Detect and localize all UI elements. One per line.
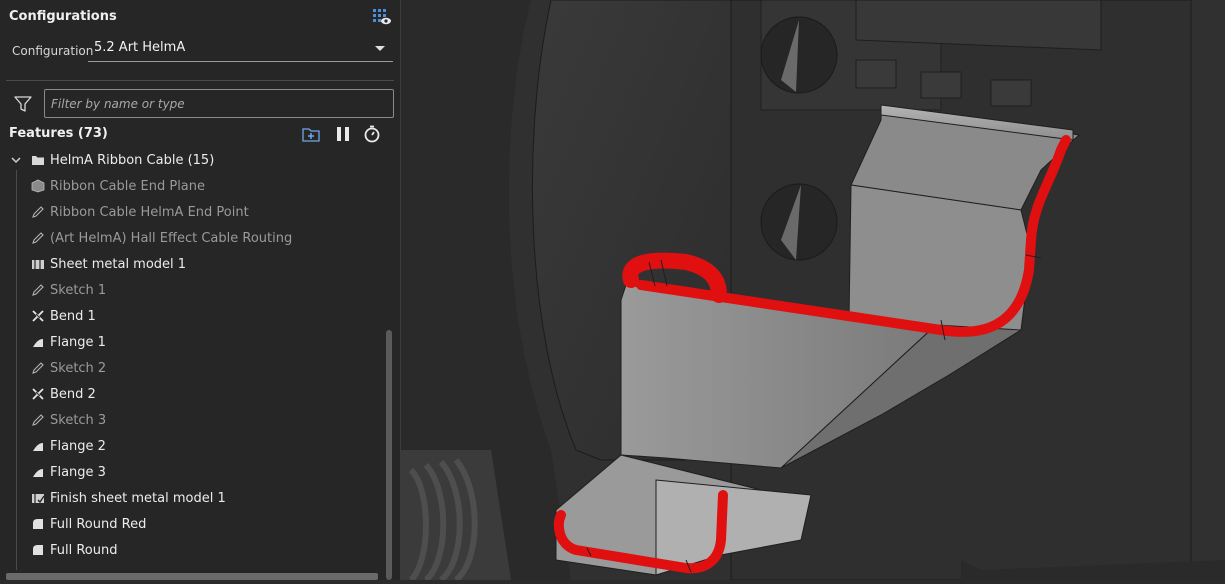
fillet-icon: [33, 545, 43, 555]
filter-funnel-icon: [14, 96, 32, 112]
pause-icon[interactable]: [334, 125, 352, 143]
configuration-selected-value: 5.2 Art HelmA: [94, 40, 186, 55]
configuration-label: Configuration: [12, 44, 94, 58]
feature-label: Sketch 2: [50, 361, 107, 376]
finish-sheet-metal-icon: [32, 494, 45, 504]
sketch-icon: [32, 284, 44, 296]
sketch-icon: [32, 232, 44, 244]
feature-row[interactable]: Sketch 2: [0, 356, 380, 382]
sheet-metal-icon: [32, 260, 44, 269]
divider: [6, 80, 394, 81]
feature-row[interactable]: Bend 1: [0, 304, 380, 330]
feature-row[interactable]: Bend 2: [0, 382, 380, 408]
configurations-title: Configurations: [9, 9, 117, 24]
sketch-icon: [32, 206, 44, 218]
add-folder-icon[interactable]: [302, 125, 320, 143]
feature-label: Flange 1: [50, 335, 106, 350]
caret-down-icon: [375, 46, 385, 51]
feature-label: Full Round: [50, 543, 118, 558]
feature-label: Finish sheet metal model 1: [50, 491, 226, 506]
feature-folder[interactable]: HelmA Ribbon Cable (15): [0, 148, 380, 174]
feature-label: Ribbon Cable End Plane: [50, 179, 206, 194]
feature-row[interactable]: Flange 1: [0, 330, 380, 356]
flange-icon: [33, 469, 43, 477]
feature-row[interactable]: (Art HelmA) Hall Effect Cable Routing: [0, 226, 380, 252]
graphics-viewport[interactable]: [401, 0, 1225, 583]
feature-row[interactable]: Full Round: [0, 538, 380, 564]
feature-row[interactable]: Finish sheet metal model 1: [0, 486, 380, 512]
sketch-icon: [32, 362, 44, 374]
flange-icon: [33, 339, 43, 347]
feature-label: HelmA Ribbon Cable (15): [50, 153, 215, 168]
feature-row[interactable]: Sheet metal model 1: [0, 252, 380, 278]
feature-label: Sketch 3: [50, 413, 107, 428]
feature-row[interactable]: Ribbon Cable HelmA End Point: [0, 200, 380, 226]
bend-icon: [32, 310, 44, 322]
feature-row[interactable]: Sketch 1: [0, 278, 380, 304]
stopwatch-icon[interactable]: [363, 125, 381, 143]
feature-row[interactable]: Flange 3: [0, 460, 380, 486]
feature-label: Flange 3: [50, 465, 106, 480]
configuration-select[interactable]: 5.2 Art HelmA: [88, 36, 393, 62]
feature-row[interactable]: Flange 2: [0, 434, 380, 460]
feature-panel: Configurations Configuration 5.2 Art Hel…: [0, 0, 401, 580]
flange-icon: [33, 443, 43, 451]
cad-model-view: [401, 0, 1225, 583]
fillet-icon: [33, 519, 43, 529]
chevron-down-icon[interactable]: [10, 154, 22, 166]
feature-label: Bend 1: [50, 309, 96, 324]
filter-input[interactable]: [44, 89, 394, 118]
feature-row[interactable]: Sketch 3: [0, 408, 380, 434]
feature-label: Bend 2: [50, 387, 96, 402]
bend-icon: [32, 388, 44, 400]
horizontal-scrollbar[interactable]: [6, 573, 378, 580]
plane-icon: [31, 179, 45, 193]
feature-label: Ribbon Cable HelmA End Point: [50, 205, 249, 220]
feature-label: Full Round Red: [50, 517, 147, 532]
feature-label: Flange 2: [50, 439, 106, 454]
feature-row[interactable]: Full Round Red: [0, 512, 380, 538]
features-header: Features (73): [9, 126, 108, 141]
feature-row[interactable]: Ribbon Cable End Plane: [0, 174, 380, 200]
feature-label: Sketch 1: [50, 283, 107, 298]
feature-label: Sheet metal model 1: [50, 257, 187, 272]
folder-icon: [32, 156, 44, 165]
vertical-scrollbar[interactable]: [386, 330, 392, 580]
sketch-icon: [32, 414, 44, 426]
feature-label: (Art HelmA) Hall Effect Cable Routing: [50, 231, 293, 246]
config-grid-eye-icon[interactable]: [372, 8, 392, 26]
